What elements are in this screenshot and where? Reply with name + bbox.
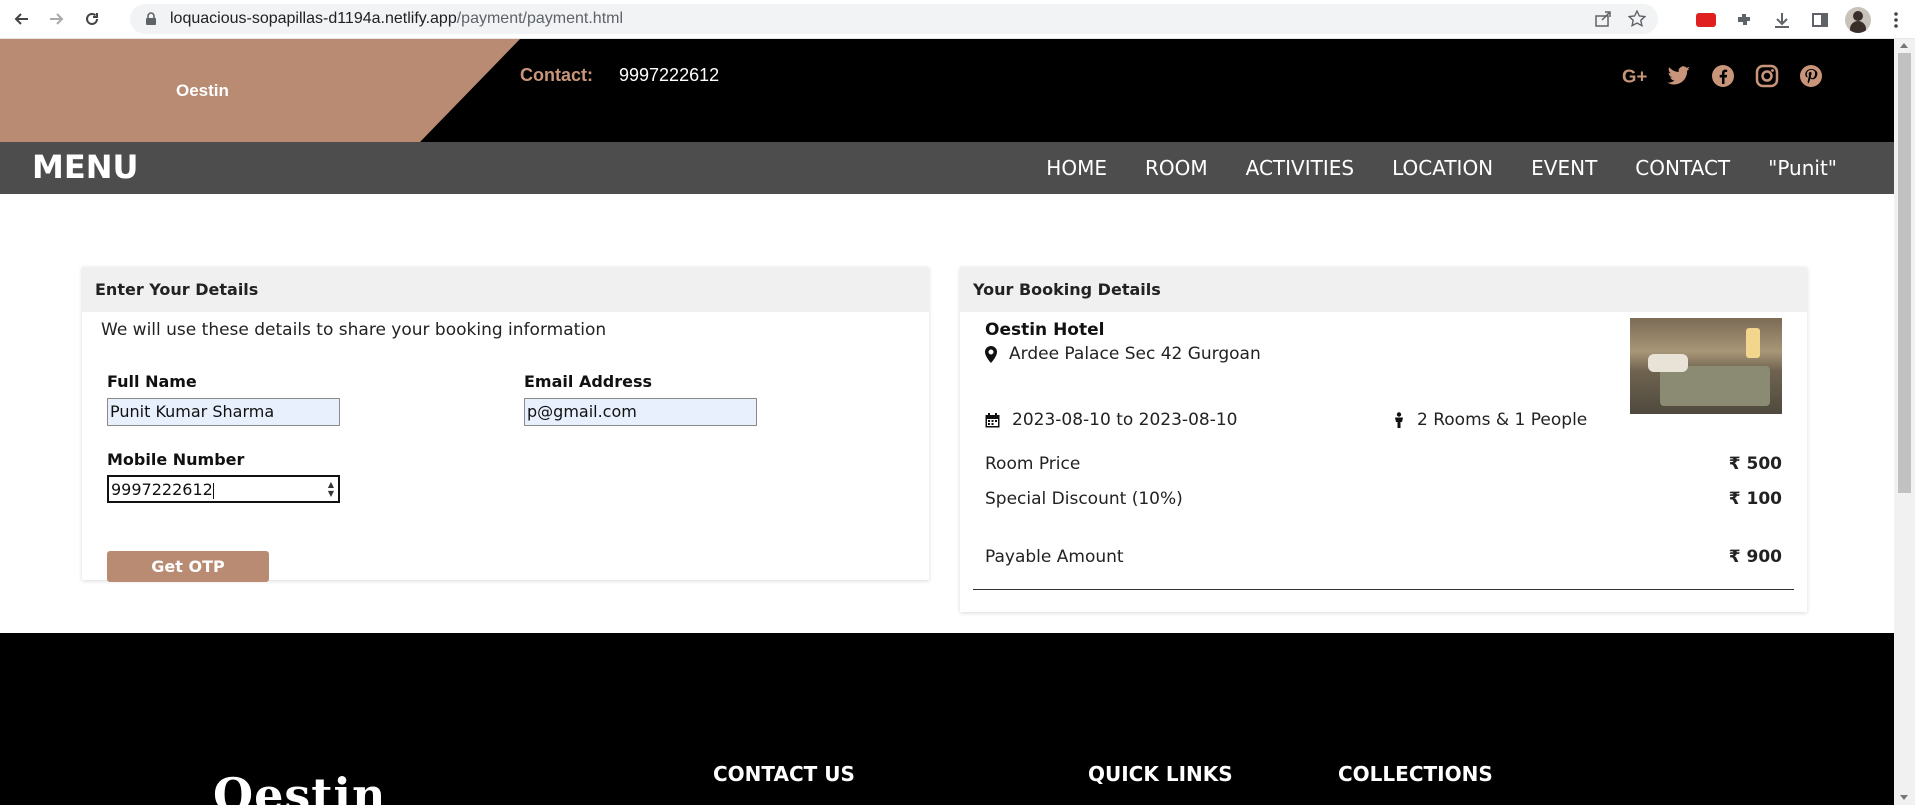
- brand-logo[interactable]: Oestin: [176, 81, 229, 101]
- scroll-up-icon[interactable]: [1900, 43, 1908, 48]
- payable-value: ₹ 900: [1728, 547, 1782, 567]
- details-card: Enter Your Details We will use these det…: [82, 267, 929, 582]
- nav-room[interactable]: ROOM: [1145, 156, 1208, 180]
- scrollbar-thumb[interactable]: [1898, 53, 1911, 493]
- booking-card: Your Booking Details Oestin Hotel Ardee …: [960, 267, 1807, 612]
- hotel-address: Ardee Palace Sec 42 Gurgoan: [985, 344, 1261, 364]
- back-icon[interactable]: [8, 5, 36, 33]
- contact-phone: 9997222612: [619, 65, 720, 85]
- email-label: Email Address: [524, 372, 653, 391]
- extensions-puzzle-icon[interactable]: [1729, 5, 1759, 35]
- nav-home[interactable]: HOME: [1046, 156, 1107, 180]
- get-otp-button[interactable]: Get OTP: [107, 551, 269, 582]
- side-panel-icon[interactable]: [1805, 5, 1835, 35]
- hotel-name: Oestin Hotel: [985, 320, 1105, 340]
- menu-title[interactable]: MENU: [32, 148, 138, 186]
- hotel-room-image: [1630, 318, 1782, 414]
- person-icon: [1395, 412, 1403, 428]
- bookmark-star-icon[interactable]: [1628, 10, 1646, 28]
- page-content: Oestin Contact: 9997222612 G+ MENU HOME …: [0, 39, 1894, 805]
- calendar-icon: [985, 412, 1000, 427]
- top-header: Oestin Contact: 9997222612 G+: [0, 39, 1894, 142]
- email-input[interactable]: p@gmail.com: [524, 398, 757, 426]
- booking-dates: 2023-08-10 to 2023-08-10: [985, 410, 1237, 430]
- footer-contact-heading: CONTACT US: [713, 762, 855, 786]
- youtube-extension-icon[interactable]: [1691, 5, 1721, 35]
- site-footer: Oestin CONTACT US QUICK LINKS COLLECTION…: [0, 633, 1894, 805]
- url-text: loquacious-sopapillas-d1194a.netlify.app…: [170, 10, 624, 27]
- nav-links: HOME ROOM ACTIVITIES LOCATION EVENT CONT…: [1046, 156, 1837, 180]
- lock-icon: [146, 12, 156, 25]
- room-price-row: Room Price ₹ 500: [985, 454, 1782, 474]
- room-price-value: ₹ 500: [1728, 454, 1782, 474]
- pinterest-icon[interactable]: [1798, 63, 1824, 89]
- google-plus-icon[interactable]: G+: [1622, 63, 1648, 89]
- forward-icon[interactable]: [42, 5, 70, 33]
- nav-contact[interactable]: CONTACT: [1635, 156, 1730, 180]
- nav-location[interactable]: LOCATION: [1392, 156, 1493, 180]
- scroll-down-icon[interactable]: [1900, 795, 1908, 800]
- kebab-menu-icon[interactable]: [1881, 5, 1911, 35]
- facebook-icon[interactable]: [1710, 63, 1736, 89]
- payable-row: Payable Amount ₹ 900: [985, 547, 1782, 567]
- number-stepper-icon[interactable]: ▲ ▼: [328, 480, 334, 498]
- reload-icon[interactable]: [78, 5, 106, 33]
- profile-avatar[interactable]: [1843, 5, 1873, 35]
- mobile-number-value: 9997222612: [111, 480, 213, 499]
- share-icon[interactable]: [1594, 10, 1612, 28]
- map-pin-icon: [985, 345, 997, 363]
- total-divider: [973, 589, 1794, 590]
- discount-row: Special Discount (10%) ₹ 100: [985, 489, 1782, 509]
- discount-value: ₹ 100: [1728, 489, 1782, 509]
- mobile-number-input[interactable]: 9997222612 ▲ ▼: [107, 475, 340, 503]
- instagram-icon[interactable]: [1754, 63, 1780, 89]
- details-card-title: Enter Your Details: [82, 267, 929, 312]
- nav-activities[interactable]: ACTIVITIES: [1246, 156, 1354, 180]
- download-icon[interactable]: [1767, 5, 1797, 35]
- nav-user[interactable]: "Punit": [1768, 156, 1837, 180]
- mobile-label: Mobile Number: [107, 450, 245, 469]
- twitter-icon[interactable]: [1666, 63, 1692, 89]
- booking-card-title: Your Booking Details: [960, 267, 1807, 312]
- social-links: G+: [1622, 63, 1824, 89]
- browser-toolbar: loquacious-sopapillas-d1194a.netlify.app…: [0, 0, 1915, 39]
- contact-label: Contact:: [520, 65, 593, 85]
- brand-block: [0, 39, 520, 142]
- nav-event[interactable]: EVENT: [1531, 156, 1597, 180]
- footer-links-heading: QUICK LINKS: [1088, 762, 1233, 786]
- footer-logo: Oestin: [213, 768, 387, 805]
- booking-rooms: 2 Rooms & 1 People: [1393, 410, 1587, 430]
- footer-collections-heading: COLLECTIONS: [1338, 762, 1493, 786]
- full-name-label: Full Name: [107, 372, 197, 391]
- full-name-input[interactable]: Punit Kumar Sharma: [107, 398, 340, 426]
- details-subtitle: We will use these details to share your …: [101, 320, 607, 340]
- page-scrollbar[interactable]: [1894, 39, 1915, 805]
- main-navbar: MENU HOME ROOM ACTIVITIES LOCATION EVENT…: [0, 142, 1894, 194]
- address-bar[interactable]: loquacious-sopapillas-d1194a.netlify.app…: [130, 4, 1658, 34]
- svg-text:G+: G+: [1622, 66, 1647, 86]
